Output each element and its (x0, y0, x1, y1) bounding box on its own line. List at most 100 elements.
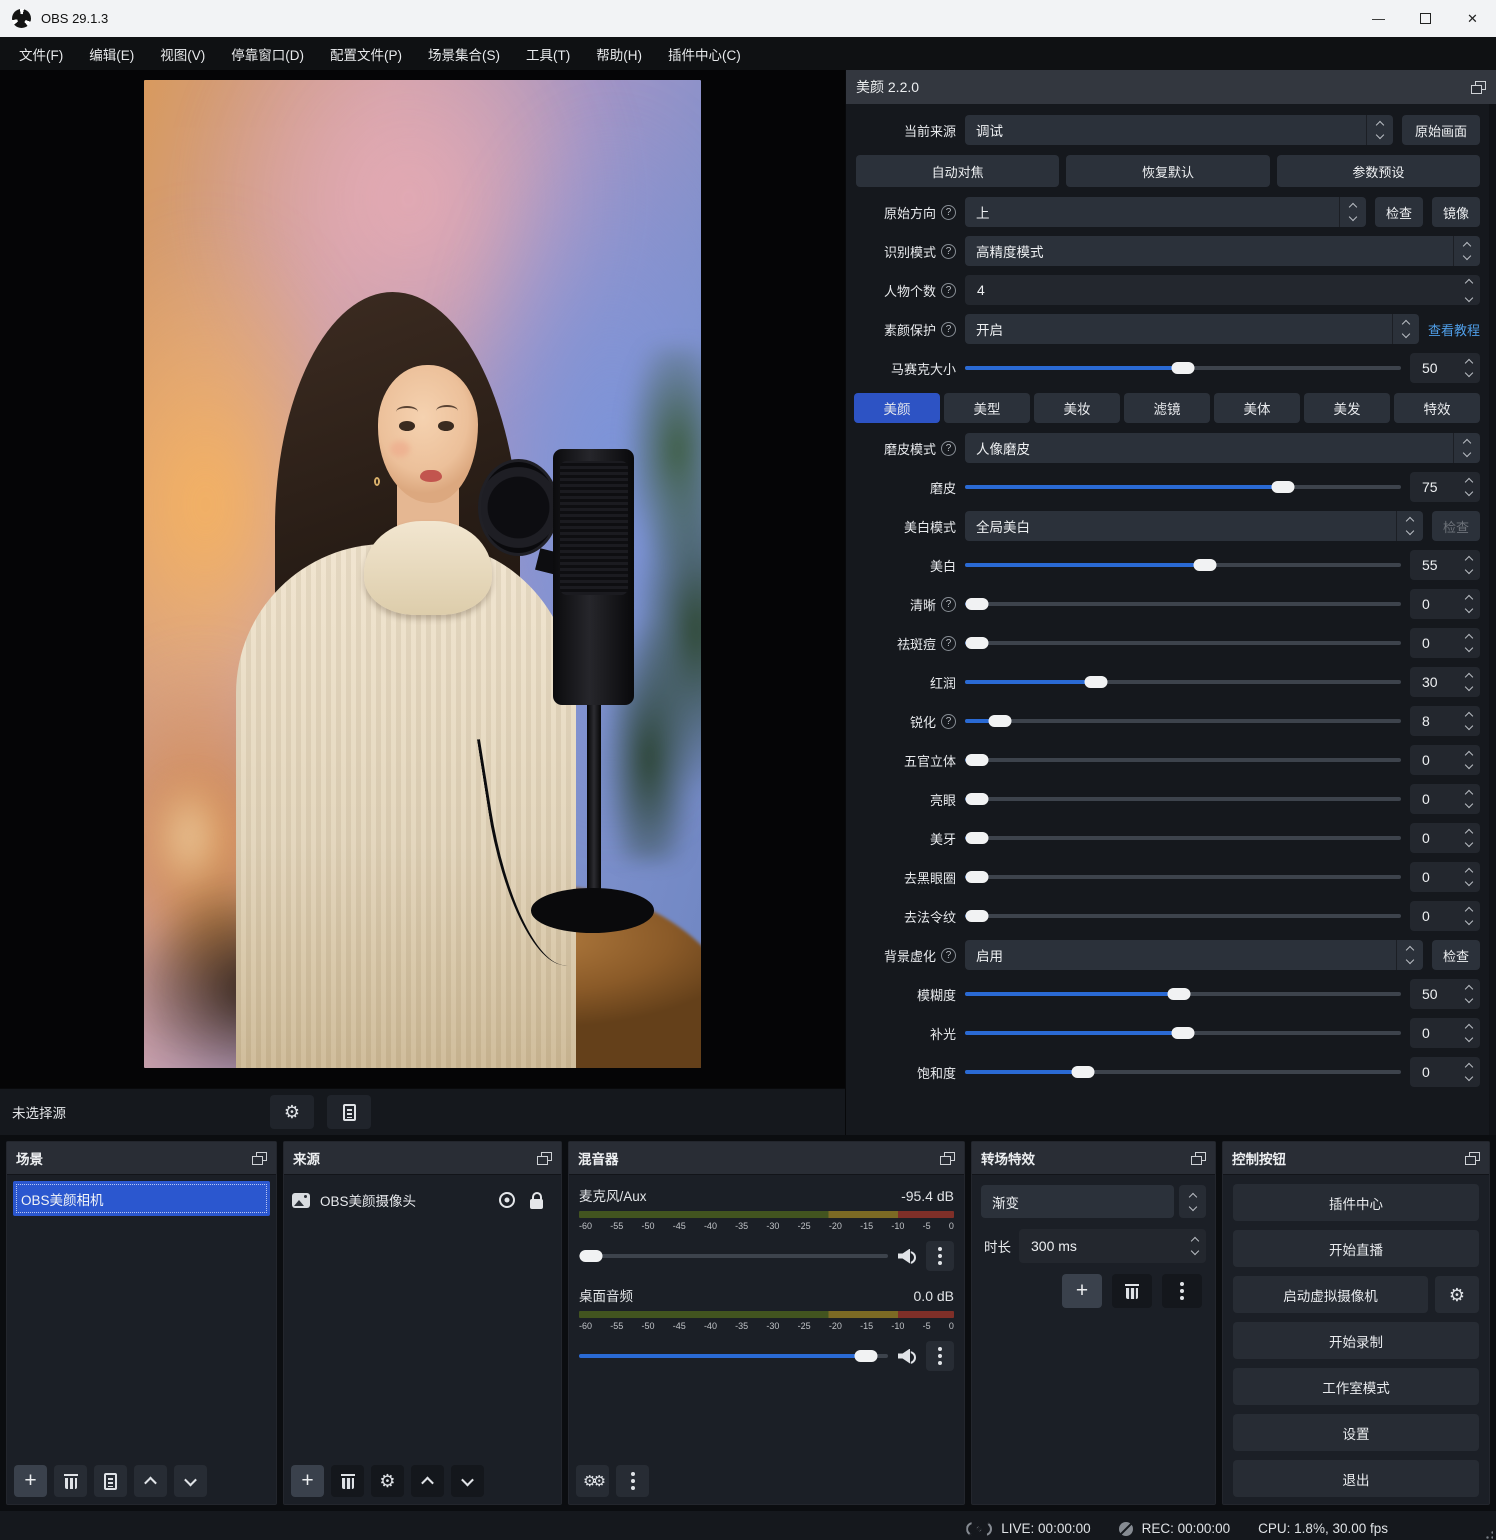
autofocus-button[interactable]: 自动对焦 (856, 155, 1059, 187)
help-icon[interactable]: ? (941, 714, 956, 729)
rosy-spinner[interactable]: 30 (1410, 667, 1480, 697)
filllight-spinner[interactable]: 0 (1410, 1018, 1480, 1048)
help-icon[interactable]: ? (941, 283, 956, 298)
acne-slider[interactable] (965, 636, 1401, 650)
popout-dock-icon[interactable] (537, 1152, 552, 1165)
bg-blur-select[interactable]: 启用 (965, 940, 1423, 970)
advanced-audio-button[interactable]: ⚙⚙ (576, 1465, 609, 1497)
popout-dock-icon[interactable] (1465, 1152, 1480, 1165)
virtual-camera-settings-button[interactable]: ⚙ (1435, 1276, 1479, 1313)
detect-mode-select[interactable]: 高精度模式 (965, 236, 1480, 266)
source-properties-button[interactable]: ⚙ (270, 1095, 314, 1129)
saturation-slider[interactable] (965, 1065, 1401, 1079)
menu-edit[interactable]: 编辑(E) (78, 39, 145, 69)
blurlevel-spinner[interactable]: 50 (1410, 979, 1480, 1009)
help-icon[interactable]: ? (941, 322, 956, 337)
remove-transition-button[interactable] (1112, 1274, 1152, 1308)
tab-beauty[interactable]: 美颜 (854, 393, 940, 423)
mirror-button[interactable]: 镜像 (1432, 197, 1480, 227)
sharpen-spinner[interactable]: 8 (1410, 706, 1480, 736)
bg-blur-check-button[interactable]: 检查 (1432, 940, 1480, 970)
mic-options-button[interactable] (926, 1241, 954, 1271)
settings-button[interactable]: 设置 (1233, 1414, 1479, 1451)
close-button[interactable]: ✕ (1449, 0, 1496, 37)
rosy-slider[interactable] (965, 675, 1401, 689)
tab-makeup[interactable]: 美妆 (1034, 393, 1120, 423)
face3d-slider[interactable] (965, 753, 1401, 767)
menu-docks[interactable]: 停靠窗口(D) (220, 39, 315, 69)
transition-options-button[interactable] (1162, 1274, 1202, 1308)
brighteyes-spinner[interactable]: 0 (1410, 784, 1480, 814)
clarity-spinner[interactable]: 0 (1410, 589, 1480, 619)
help-icon[interactable]: ? (941, 205, 956, 220)
menu-tools[interactable]: 工具(T) (515, 39, 581, 69)
source-up-button[interactable] (411, 1465, 444, 1497)
plugin-center-button[interactable]: 插件中心 (1233, 1184, 1479, 1221)
tab-effects[interactable]: 特效 (1394, 393, 1480, 423)
help-icon[interactable]: ? (941, 948, 956, 963)
original-view-button[interactable]: 原始画面 (1402, 115, 1480, 145)
mosaic-size-slider[interactable] (965, 361, 1401, 375)
orientation-check-button[interactable]: 检查 (1375, 197, 1423, 227)
filllight-slider[interactable] (965, 1026, 1401, 1040)
nasolabial-slider[interactable] (965, 909, 1401, 923)
studio-mode-button[interactable]: 工作室模式 (1233, 1368, 1479, 1405)
source-filters-button[interactable] (327, 1095, 371, 1129)
scene-down-button[interactable] (174, 1465, 207, 1497)
tab-reshape[interactable]: 美型 (944, 393, 1030, 423)
acne-spinner[interactable]: 0 (1410, 628, 1480, 658)
popout-dock-icon[interactable] (1471, 81, 1486, 94)
face3d-spinner[interactable]: 0 (1410, 745, 1480, 775)
popout-dock-icon[interactable] (1191, 1152, 1206, 1165)
teeth-spinner[interactable]: 0 (1410, 823, 1480, 853)
exit-button[interactable]: 退出 (1233, 1460, 1479, 1497)
start-recording-button[interactable]: 开始录制 (1233, 1322, 1479, 1359)
speaker-icon[interactable] (898, 1249, 916, 1264)
remove-scene-button[interactable] (54, 1465, 87, 1497)
smooth-mode-select[interactable]: 人像磨皮 (965, 433, 1480, 463)
add-transition-button[interactable]: + (1062, 1274, 1102, 1308)
help-icon[interactable]: ? (941, 597, 956, 612)
teeth-slider[interactable] (965, 831, 1401, 845)
current-source-select[interactable]: 调试 (965, 115, 1393, 145)
tab-body[interactable]: 美体 (1214, 393, 1300, 423)
menu-view[interactable]: 视图(V) (149, 39, 216, 69)
help-icon[interactable]: ? (941, 441, 956, 456)
resize-grip[interactable] (1480, 1530, 1493, 1540)
start-streaming-button[interactable]: 开始直播 (1233, 1230, 1479, 1267)
scene-item-selected[interactable]: OBS美颜相机 (13, 1181, 270, 1216)
mosaic-size-spinner[interactable]: 50 (1410, 353, 1480, 383)
mixer-options-button[interactable] (616, 1465, 649, 1497)
sharpen-slider[interactable] (965, 714, 1401, 728)
scene-up-button[interactable] (134, 1465, 167, 1497)
speaker-icon[interactable] (898, 1349, 916, 1364)
person-count-spinner[interactable]: 4 (965, 275, 1480, 305)
parameter-presets-button[interactable]: 参数预设 (1277, 155, 1480, 187)
whiten-mode-select[interactable]: 全局美白 (965, 511, 1423, 541)
scene-filters-button[interactable] (94, 1465, 127, 1497)
help-icon[interactable]: ? (941, 636, 956, 651)
popout-dock-icon[interactable] (940, 1152, 955, 1165)
menu-scene-collection[interactable]: 场景集合(S) (417, 39, 511, 69)
preview-canvas[interactable] (0, 70, 845, 1088)
tab-hair[interactable]: 美发 (1304, 393, 1390, 423)
tab-filter[interactable]: 滤镜 (1124, 393, 1210, 423)
mic-volume-slider[interactable] (579, 1249, 888, 1263)
desktop-volume-slider[interactable] (579, 1349, 888, 1363)
maximize-button[interactable] (1402, 0, 1449, 37)
start-virtual-camera-button[interactable]: 启动虚拟摄像机 (1233, 1276, 1428, 1313)
transition-select[interactable]: 渐变 (981, 1185, 1174, 1218)
menu-profile[interactable]: 配置文件(P) (319, 39, 413, 69)
smooth-spinner[interactable]: 75 (1410, 472, 1480, 502)
desktop-options-button[interactable] (926, 1341, 954, 1371)
brighteyes-slider[interactable] (965, 792, 1401, 806)
darkcircle-slider[interactable] (965, 870, 1401, 884)
add-scene-button[interactable]: + (14, 1465, 47, 1497)
darkcircle-spinner[interactable]: 0 (1410, 862, 1480, 892)
remove-source-button[interactable] (331, 1465, 364, 1497)
makeup-protect-select[interactable]: 开启 (965, 314, 1419, 344)
lock-icon[interactable] (530, 1199, 543, 1209)
clarity-slider[interactable] (965, 597, 1401, 611)
whiten-check-button[interactable]: 检查 (1432, 511, 1480, 541)
popout-dock-icon[interactable] (252, 1152, 267, 1165)
